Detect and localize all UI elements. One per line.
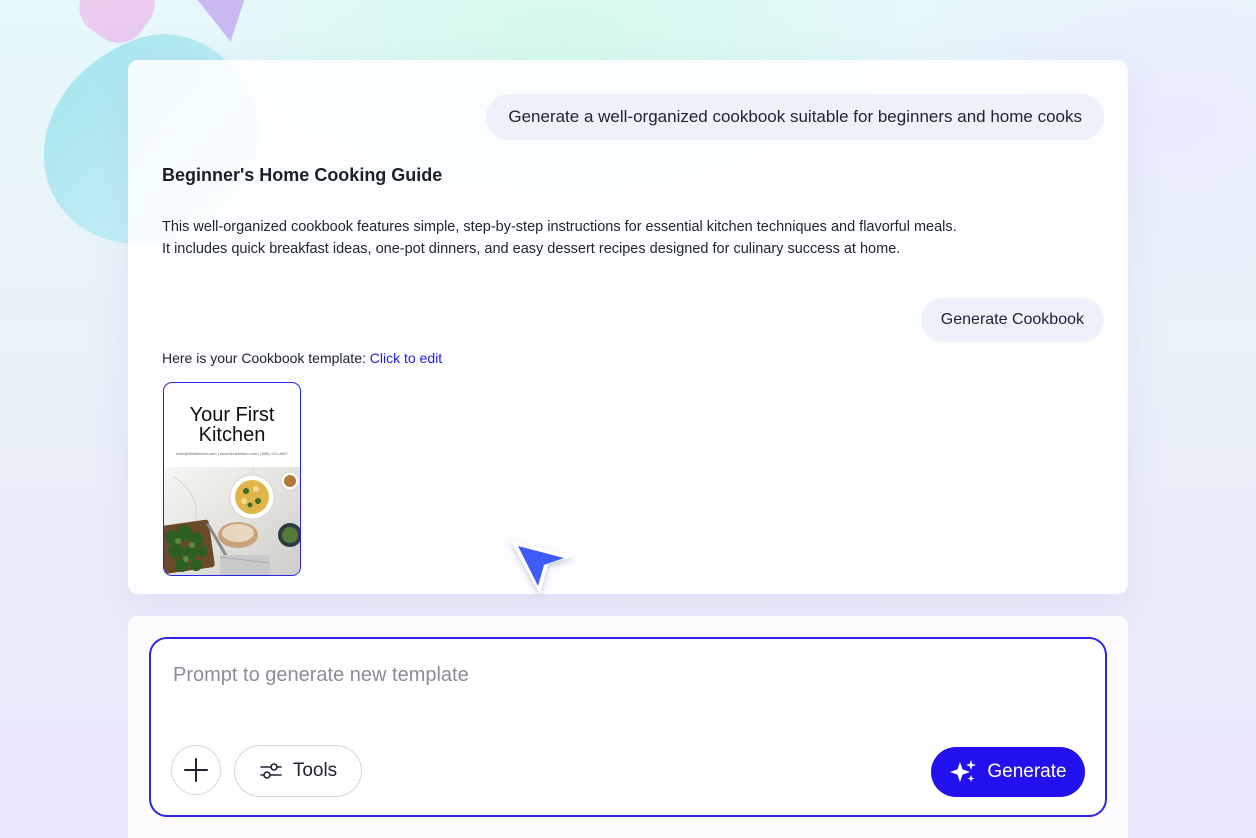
thumbnail-title-line-1: Your First: [189, 404, 275, 426]
plus-icon: [184, 758, 208, 782]
prompt-panel: Tools Generate: [128, 616, 1128, 838]
user-message-bubble: Generate a well-organized cookbook suita…: [486, 94, 1104, 140]
prompt-input[interactable]: [171, 659, 1075, 691]
tools-button[interactable]: Tools: [234, 745, 362, 797]
user-message-text: Generate a well-organized cookbook suita…: [508, 107, 1082, 126]
add-button[interactable]: [171, 745, 221, 795]
response-paragraph: This well-organized cookbook features si…: [162, 216, 1092, 260]
tools-label: Tools: [292, 760, 338, 781]
generate-cookbook-message: Generate Cookbook: [920, 298, 1104, 342]
cursor-pointer-icon: [510, 540, 574, 594]
food-photo-illustration: [164, 467, 300, 575]
click-to-edit-link[interactable]: Click to edit: [370, 350, 442, 366]
generate-cookbook-text: Generate Cookbook: [940, 311, 1084, 328]
sliders-icon: [260, 763, 282, 779]
prompt-box: Tools Generate: [149, 637, 1107, 817]
generate-button[interactable]: Generate: [931, 747, 1085, 797]
decorative-shape-pink: [68, 0, 166, 54]
generate-label: Generate: [987, 761, 1067, 782]
response-title: Beginner's Home Cooking Guide: [162, 165, 443, 185]
thumbnail-contact-line: hello@firstkitchen.com | www.firstkitche…: [176, 451, 288, 456]
decorative-triangle-violet: [193, 0, 259, 47]
template-intro-line: Here is your Cookbook template: Click to…: [162, 350, 442, 366]
template-intro-text: Here is your Cookbook template:: [162, 350, 366, 366]
chat-panel: Generate a well-organized cookbook suita…: [128, 60, 1128, 594]
thumbnail-title: Your First Kitchen: [164, 405, 300, 445]
cookbook-template-thumbnail[interactable]: Your First Kitchen hello@firstkitchen.co…: [163, 382, 301, 576]
response-line-2: It includes quick breakfast ideas, one-p…: [162, 241, 901, 257]
thumbnail-title-line-2: Kitchen: [198, 424, 266, 446]
sparkles-icon: [950, 760, 977, 782]
response-line-1: This well-organized cookbook features si…: [162, 219, 957, 235]
